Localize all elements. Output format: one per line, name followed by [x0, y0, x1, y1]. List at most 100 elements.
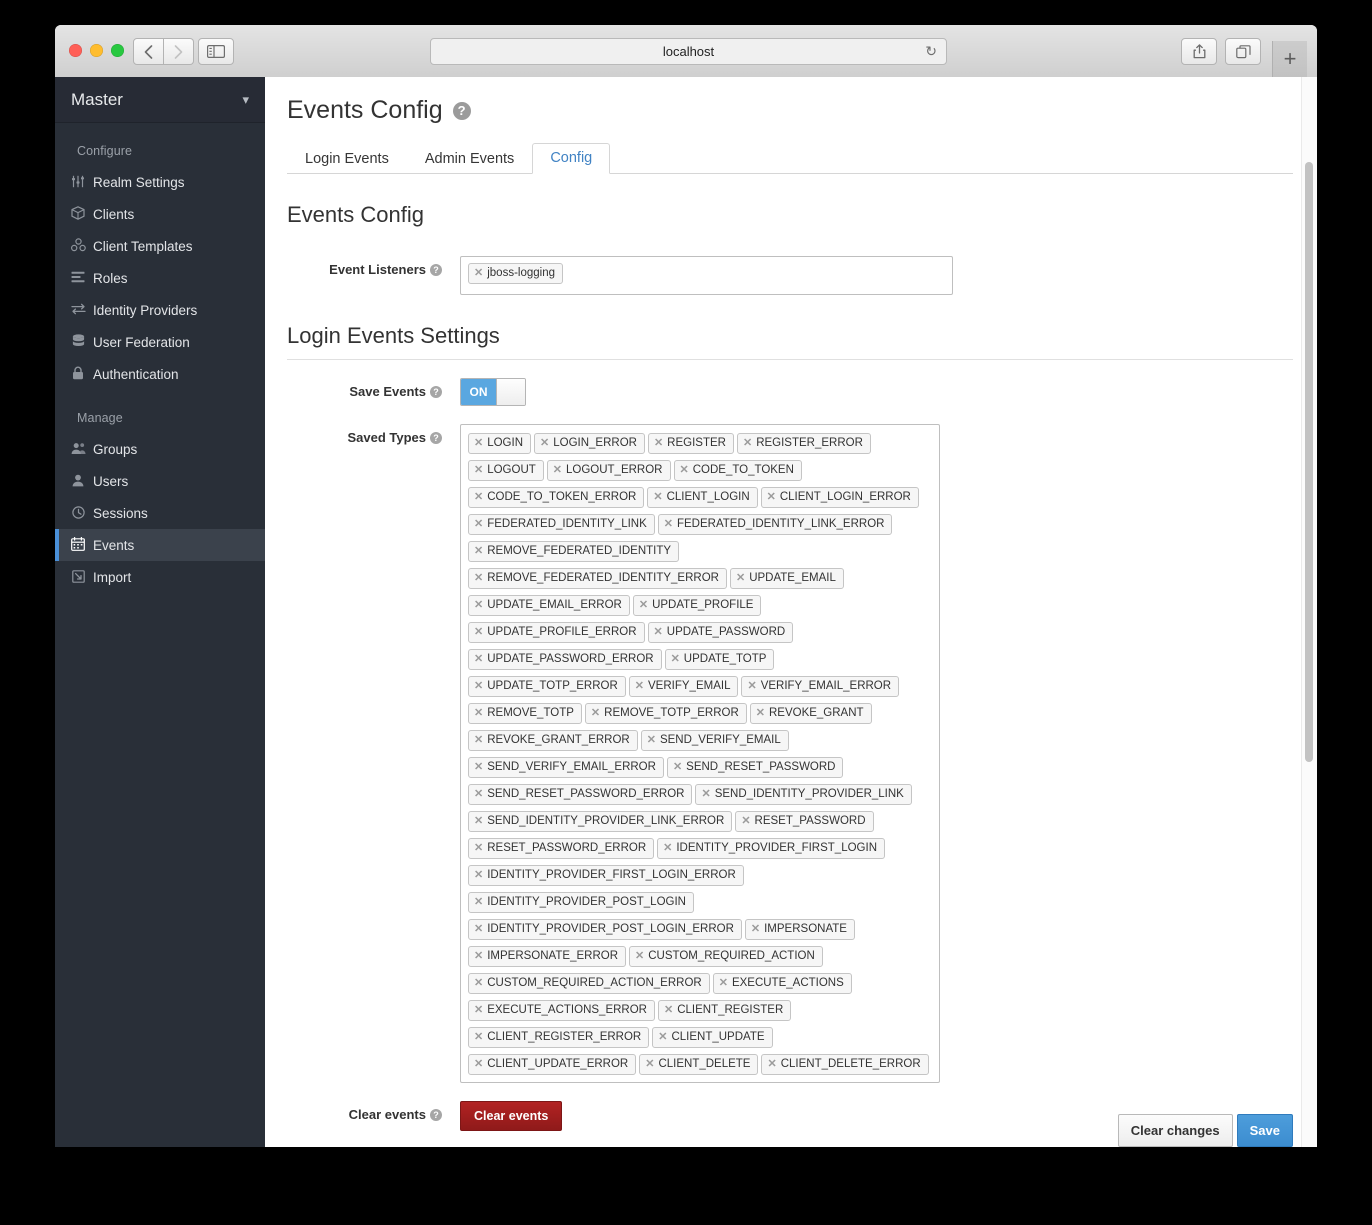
help-icon[interactable]: ? — [430, 264, 442, 276]
chip-remove-icon[interactable]: ✕ — [540, 437, 549, 449]
saved-type-chip[interactable]: ✕ LOGIN — [468, 433, 532, 454]
vertical-scrollbar[interactable] — [1301, 77, 1317, 1147]
saved-type-chip[interactable]: ✕ UPDATE_EMAIL_ERROR — [468, 595, 630, 616]
sidebar-item-events[interactable]: Events — [55, 529, 265, 561]
chip-remove-icon[interactable]: ✕ — [474, 734, 483, 746]
saved-type-chip[interactable]: ✕ REGISTER_ERROR — [736, 433, 871, 454]
chip-remove-icon[interactable]: ✕ — [736, 572, 745, 584]
chip-remove-icon[interactable]: ✕ — [767, 491, 776, 503]
chip-remove-icon[interactable]: ✕ — [654, 437, 663, 449]
maximize-window-button[interactable] — [111, 44, 124, 57]
saved-type-chip[interactable]: ✕ IDENTITY_PROVIDER_POST_LOGIN — [468, 892, 694, 913]
chip-remove-icon[interactable]: ✕ — [474, 923, 483, 935]
saved-type-chip[interactable]: ✕ REVOKE_GRANT_ERROR — [468, 730, 638, 751]
login-save-events-toggle[interactable]: ON — [460, 378, 526, 406]
chip-remove-icon[interactable]: ✕ — [658, 1031, 667, 1043]
chip-remove-icon[interactable]: ✕ — [680, 464, 689, 476]
chip-remove-icon[interactable]: ✕ — [663, 842, 672, 854]
saved-type-chip[interactable]: ✕ CUSTOM_REQUIRED_ACTION — [629, 946, 823, 967]
saved-type-chip[interactable]: ✕ REMOVE_TOTP_ERROR — [584, 703, 747, 724]
chip-remove-icon[interactable]: ✕ — [635, 950, 644, 962]
saved-type-chip[interactable]: ✕ VERIFY_EMAIL — [628, 676, 739, 697]
saved-type-chip[interactable]: ✕ CLIENT_UPDATE_ERROR — [468, 1054, 637, 1075]
minimize-window-button[interactable] — [90, 44, 103, 57]
saved-type-chip[interactable]: ✕ SEND_RESET_PASSWORD_ERROR — [468, 784, 693, 805]
saved-types-input[interactable]: ✕ LOGIN ✕ LOGIN_ERROR ✕ REGISTER ✕ REGISTER_ERR… — [460, 424, 940, 1083]
sidebar-item-realm-settings[interactable]: Realm Settings — [55, 166, 265, 198]
save-button[interactable]: Save — [1236, 1114, 1293, 1147]
chip-remove-icon[interactable]: ✕ — [474, 707, 483, 719]
saved-type-chip[interactable]: ✕ IMPERSONATE — [744, 919, 855, 940]
chip-remove-icon[interactable]: ✕ — [474, 977, 483, 989]
tab-login-events[interactable]: Login Events — [287, 144, 407, 174]
chip-remove-icon[interactable]: ✕ — [719, 977, 728, 989]
saved-type-chip[interactable]: ✕ REMOVE_FEDERATED_IDENTITY — [468, 541, 680, 562]
chip-remove-icon[interactable]: ✕ — [664, 1004, 673, 1016]
show-tabs-button[interactable] — [1225, 38, 1261, 65]
chip-remove-icon[interactable]: ✕ — [743, 437, 752, 449]
chip-remove-icon[interactable]: ✕ — [474, 950, 483, 962]
sidebar-item-roles[interactable]: Roles — [55, 262, 265, 294]
sidebar-item-import[interactable]: Import — [55, 561, 265, 593]
chip-remove-icon[interactable]: ✕ — [474, 788, 483, 800]
forward-button[interactable] — [164, 38, 194, 65]
saved-type-chip[interactable]: ✕ FEDERATED_IDENTITY_LINK_ERROR — [657, 514, 893, 535]
help-icon[interactable]: ? — [430, 1109, 442, 1121]
chip-remove-icon[interactable]: ✕ — [654, 626, 663, 638]
tab-admin-events[interactable]: Admin Events — [407, 144, 532, 174]
clear-changes-button[interactable]: Clear changes — [1117, 1114, 1233, 1147]
saved-type-chip[interactable]: ✕ FEDERATED_IDENTITY_LINK — [468, 514, 655, 535]
chip-remove-icon[interactable]: ✕ — [639, 599, 648, 611]
saved-type-chip[interactable]: ✕ UPDATE_PASSWORD — [647, 622, 794, 643]
chip-remove-icon[interactable]: ✕ — [474, 626, 483, 638]
saved-type-chip[interactable]: ✕ CLIENT_REGISTER_ERROR — [468, 1027, 650, 1048]
back-button[interactable] — [133, 38, 164, 65]
saved-type-chip[interactable]: ✕ CLIENT_DELETE_ERROR — [761, 1054, 929, 1075]
chip-remove-icon[interactable]: ✕ — [474, 680, 483, 692]
saved-type-chip[interactable]: ✕ SEND_VERIFY_EMAIL_ERROR — [468, 757, 664, 778]
saved-type-chip[interactable]: ✕ UPDATE_PASSWORD_ERROR — [468, 649, 662, 670]
saved-type-chip[interactable]: ✕ IDENTITY_PROVIDER_POST_LOGIN_ERROR — [468, 919, 742, 940]
sidebar-item-sessions[interactable]: Sessions — [55, 497, 265, 529]
chip-remove-icon[interactable]: ✕ — [474, 491, 483, 503]
saved-type-chip[interactable]: ✕ UPDATE_EMAIL — [729, 568, 844, 589]
chip-remove-icon[interactable]: ✕ — [647, 734, 656, 746]
sidebar-item-users[interactable]: Users — [55, 465, 265, 497]
help-icon[interactable]: ? — [430, 386, 442, 398]
saved-type-chip[interactable]: ✕ REMOVE_TOTP — [468, 703, 582, 724]
chip-remove-icon[interactable]: ✕ — [474, 572, 483, 584]
help-icon[interactable]: ? — [452, 101, 471, 120]
saved-type-chip[interactable]: ✕ SEND_RESET_PASSWORD — [666, 757, 844, 778]
chip-remove-icon[interactable]: ✕ — [474, 842, 483, 854]
chip-remove-icon[interactable]: ✕ — [553, 464, 562, 476]
share-button[interactable] — [1181, 38, 1217, 65]
saved-type-chip[interactable]: ✕ SEND_IDENTITY_PROVIDER_LINK — [695, 784, 912, 805]
chip-remove-icon[interactable]: ✕ — [474, 761, 483, 773]
tab-config[interactable]: Config — [532, 143, 611, 174]
sidebar-item-groups[interactable]: Groups — [55, 433, 265, 465]
saved-type-chip[interactable]: ✕ IDENTITY_PROVIDER_FIRST_LOGIN_ERROR — [468, 865, 744, 886]
chip-remove-icon[interactable]: ✕ — [474, 896, 483, 908]
chip-remove-icon[interactable]: ✕ — [664, 518, 673, 530]
saved-type-chip[interactable]: ✕ SEND_IDENTITY_PROVIDER_LINK_ERROR — [468, 811, 733, 832]
chip-remove-icon[interactable]: ✕ — [474, 464, 483, 476]
saved-type-chip[interactable]: ✕ UPDATE_PROFILE — [632, 595, 762, 616]
sidebar-item-client-templates[interactable]: Client Templates — [55, 230, 265, 262]
chip-remove-icon[interactable]: ✕ — [671, 653, 680, 665]
saved-type-chip[interactable]: ✕ EXECUTE_ACTIONS — [712, 973, 852, 994]
saved-type-chip[interactable]: ✕ REMOVE_FEDERATED_IDENTITY_ERROR — [468, 568, 727, 589]
saved-type-chip[interactable]: ✕ REGISTER — [647, 433, 734, 454]
chip-remove-icon[interactable]: ✕ — [767, 1058, 776, 1070]
sidebar-item-user-federation[interactable]: User Federation — [55, 326, 265, 358]
saved-type-chip[interactable]: ✕ SEND_VERIFY_EMAIL — [640, 730, 789, 751]
saved-type-chip[interactable]: ✕ CLIENT_LOGIN_ERROR — [760, 487, 919, 508]
realm-selector[interactable]: Master ▾ — [55, 77, 265, 123]
chip-remove-icon[interactable]: ✕ — [747, 680, 756, 692]
sidebar-item-authentication[interactable]: Authentication — [55, 358, 265, 390]
saved-type-chip[interactable]: ✕ CODE_TO_TOKEN — [673, 460, 802, 481]
reload-icon[interactable]: ↻ — [925, 43, 937, 60]
chip-remove-icon[interactable]: ✕ — [751, 923, 760, 935]
chip-remove-icon[interactable]: ✕ — [591, 707, 600, 719]
chip-jboss-logging[interactable]: ✕ jboss-logging — [468, 263, 563, 284]
saved-type-chip[interactable]: ✕ LOGIN_ERROR — [534, 433, 645, 454]
